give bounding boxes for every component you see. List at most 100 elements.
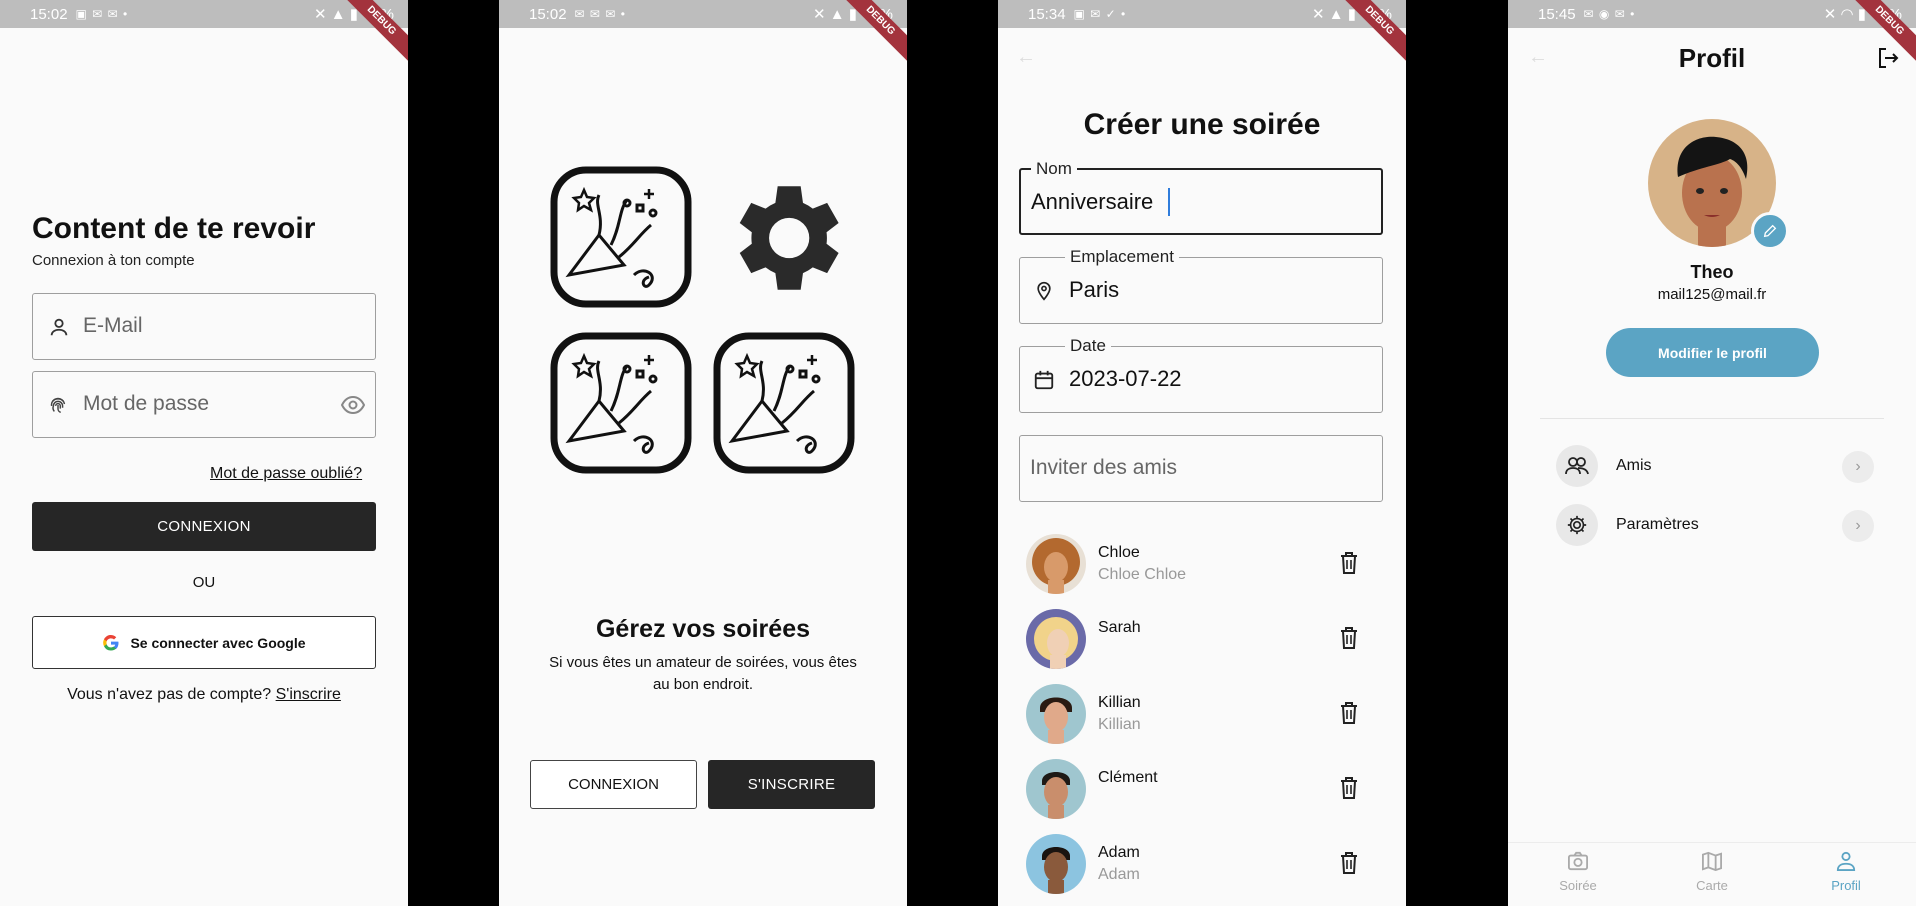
- friend-name: Clément: [1098, 769, 1158, 786]
- screens-stage: 15:02 ▣ ✉ ✉ • ✕ ▲ ▮80% DEBUG Content de …: [0, 0, 1916, 906]
- name-value: Anniversaire: [1031, 189, 1154, 214]
- name-field[interactable]: Nom Anniversaire: [1019, 159, 1383, 235]
- list-item: Chloe Chloe Chloe: [998, 530, 1406, 600]
- welcome-title: Gérez vos soirées: [595, 615, 810, 643]
- avatar: [1026, 684, 1086, 744]
- back-arrow-icon[interactable]: ←: [1016, 46, 1036, 69]
- avatar: [1026, 609, 1086, 669]
- gear-icon: [739, 186, 839, 290]
- signup-button[interactable]: S'INSCRIRE: [708, 760, 875, 809]
- welcome-text: Si vous êtes un amateur de soirées, vous…: [499, 652, 907, 696]
- name-label: Nom: [1031, 159, 1077, 179]
- notification-icons: ✉ ◉ ✉ •: [1583, 7, 1636, 21]
- menu-item-friends[interactable]: Amis ›: [1556, 445, 1874, 489]
- eye-icon[interactable]: [341, 396, 365, 414]
- friend-name: Chloe: [1098, 544, 1140, 561]
- friend-subtitle: Adam: [1098, 866, 1140, 883]
- map-icon: [1702, 851, 1722, 872]
- location-value: Paris: [1069, 277, 1120, 302]
- date-field[interactable]: Date 2023-07-22: [1019, 336, 1383, 413]
- signup-link[interactable]: S'inscrire: [276, 686, 341, 703]
- menu-item-settings[interactable]: Paramètres ›: [1556, 504, 1874, 548]
- trash-icon[interactable]: [1340, 777, 1358, 799]
- status-time: 15:02: [30, 5, 68, 23]
- status-time: 15:34: [1028, 5, 1066, 23]
- nav-item-profil[interactable]: Profil: [1806, 851, 1886, 901]
- location-field[interactable]: Emplacement Paris: [1019, 247, 1383, 324]
- location-label: Emplacement: [1065, 247, 1179, 267]
- google-icon: [103, 634, 119, 651]
- nav-item-soiree[interactable]: Soirée: [1538, 851, 1618, 901]
- trash-icon[interactable]: [1340, 552, 1358, 574]
- welcome-screen: 15:02 ✉ ✉ ✉ • ✕ ▲ ▮80% DEBUG: [499, 0, 907, 906]
- signal-icon: ✕ ▲ ▮: [1311, 6, 1356, 23]
- trash-icon[interactable]: [1340, 852, 1358, 874]
- no-account-text: Vous n'avez pas de compte?: [67, 686, 272, 703]
- fingerprint-icon: [50, 397, 66, 414]
- page-title: Content de te revoir: [32, 212, 316, 245]
- party-popper-icon: [550, 166, 692, 308]
- trash-icon[interactable]: [1340, 627, 1358, 649]
- login-screen: 15:02 ▣ ✉ ✉ • ✕ ▲ ▮80% DEBUG Content de …: [0, 0, 408, 906]
- logout-icon[interactable]: [1876, 46, 1900, 70]
- invite-friends-field[interactable]: Inviter des amis: [1019, 435, 1383, 502]
- bottom-navigation: Soirée Carte Profil: [1508, 842, 1916, 906]
- email-field[interactable]: E-Mail: [32, 293, 376, 360]
- email-placeholder: E-Mail: [83, 314, 143, 337]
- friend-name: Adam: [1098, 844, 1140, 861]
- person-icon: [50, 318, 68, 336]
- status-bar: 15:02 ✉ ✉ ✉ • ✕ ▲ ▮80%: [499, 0, 907, 28]
- google-button-label: Se connecter avec Google: [130, 634, 306, 651]
- status-bar: 15:45 ✉ ◉ ✉ • ✕ ◠ ▮77%: [1508, 0, 1916, 28]
- friend-name: Killian: [1098, 694, 1141, 711]
- invite-placeholder: Inviter des amis: [1030, 456, 1178, 479]
- google-signin-button[interactable]: Se connecter avec Google: [32, 616, 376, 669]
- avatar: [1026, 834, 1086, 894]
- location-pin-icon: [1037, 281, 1051, 301]
- friend-name: Sarah: [1098, 619, 1141, 636]
- edit-profile-button[interactable]: Modifier le profil: [1606, 328, 1819, 377]
- date-value: 2023-07-22: [1069, 366, 1182, 391]
- profile-name: Theo: [1690, 262, 1734, 282]
- menu-item-label: Amis: [1616, 457, 1652, 474]
- list-item: Clément: [998, 755, 1406, 825]
- password-placeholder: Mot de passe: [83, 392, 210, 415]
- chevron-right-icon: ›: [1842, 510, 1874, 542]
- signal-icon: ✕ ◠ ▮: [1823, 6, 1866, 23]
- forgot-password-link[interactable]: Mot de passe oublié?: [210, 465, 362, 483]
- trash-icon[interactable]: [1340, 702, 1358, 724]
- connect-button[interactable]: CONNEXION: [530, 760, 697, 809]
- gear-icon: [1556, 504, 1598, 546]
- party-popper-icon: [550, 332, 692, 474]
- list-item: Adam Adam: [998, 830, 1406, 900]
- calendar-icon: [1034, 370, 1054, 390]
- status-bar: 15:02 ▣ ✉ ✉ • ✕ ▲ ▮80%: [0, 0, 408, 28]
- divider: [1540, 418, 1884, 419]
- nav-label: Soirée: [1559, 878, 1597, 893]
- nav-label: Carte: [1696, 878, 1728, 893]
- or-separator: OU: [192, 574, 216, 591]
- notification-icons: ✉ ✉ ✉ •: [574, 7, 626, 21]
- menu-item-label: Paramètres: [1616, 516, 1699, 533]
- status-time: 15:45: [1538, 5, 1576, 23]
- list-item: Sarah: [998, 605, 1406, 675]
- pencil-icon: [1763, 224, 1777, 238]
- friend-subtitle: Chloe Chloe: [1098, 566, 1187, 583]
- profile-email: mail125@mail.fr: [1657, 286, 1767, 303]
- signal-icon: ✕ ▲ ▮: [812, 6, 857, 23]
- party-popper-icon: [713, 332, 855, 474]
- notification-icons: ▣ ✉ ✓ •: [1073, 7, 1127, 21]
- status-bar: 15:34 ▣ ✉ ✓ • ✕ ▲ ▮76%: [998, 0, 1406, 28]
- nav-item-carte[interactable]: Carte: [1672, 851, 1752, 901]
- create-party-screen: 15:34 ▣ ✉ ✓ • ✕ ▲ ▮76% DEBUG ← Créer une…: [998, 0, 1406, 906]
- profile-screen: 15:45 ✉ ◉ ✉ • ✕ ◠ ▮77% DEBUG ← Profil Th…: [1508, 0, 1916, 906]
- list-item: Killian Killian: [998, 680, 1406, 750]
- page-subtitle: Connexion à ton compte: [32, 252, 195, 269]
- welcome-text-line2: au bon endroit.: [652, 676, 754, 693]
- edit-avatar-button[interactable]: [1751, 212, 1789, 250]
- password-field[interactable]: Mot de passe: [32, 371, 376, 438]
- person-icon: [1836, 851, 1856, 871]
- camera-icon: [1568, 851, 1588, 871]
- page-title: Créer une soirée: [1083, 108, 1321, 141]
- connect-button[interactable]: CONNEXION: [32, 502, 376, 551]
